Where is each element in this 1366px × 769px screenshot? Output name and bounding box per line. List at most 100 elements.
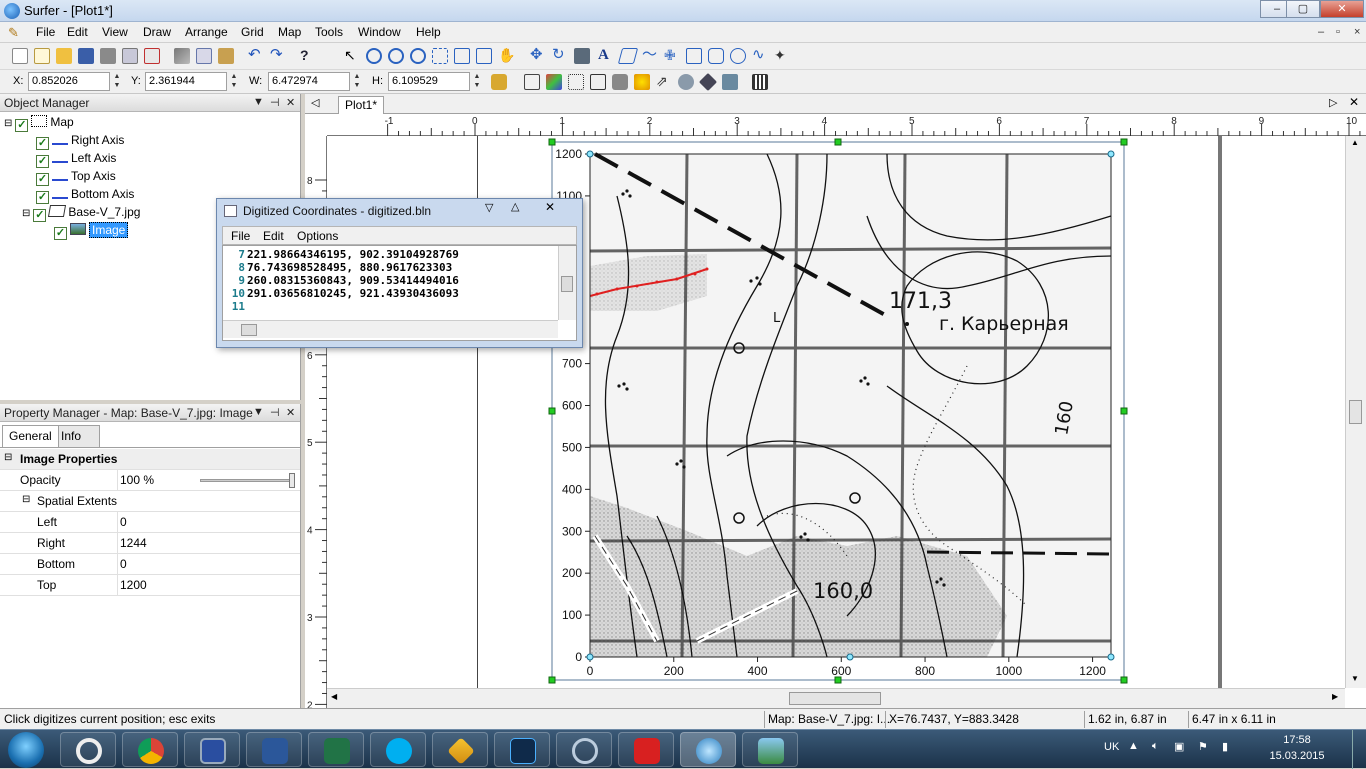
visibility-checkbox[interactable]: ✓ xyxy=(54,227,67,240)
wireframe-icon[interactable] xyxy=(698,72,718,92)
mdi-minimize-button[interactable]: – xyxy=(1318,26,1324,38)
start-orb-icon[interactable] xyxy=(8,732,44,768)
text-tool-icon[interactable]: A xyxy=(598,48,614,64)
taskbar-red-app[interactable] xyxy=(618,732,674,767)
zoom-page-icon[interactable] xyxy=(454,48,470,64)
scale-bar-icon[interactable] xyxy=(752,74,768,90)
section-image-properties[interactable]: ⊟ Image Properties xyxy=(0,449,300,470)
trackball-icon[interactable]: ✥ xyxy=(530,47,546,64)
menu-arrange[interactable]: Arrange xyxy=(185,25,228,39)
visibility-checkbox[interactable]: ✓ xyxy=(36,173,49,186)
opacity-slider-track[interactable] xyxy=(200,479,295,482)
surface-icon[interactable] xyxy=(678,74,694,90)
action-center-icon[interactable]: ⚑ xyxy=(1198,740,1208,753)
digitizer-hscroll-thumb[interactable] xyxy=(241,324,257,336)
maximize-button[interactable]: ▢ xyxy=(1286,0,1320,18)
pan-hand-icon[interactable]: ✋ xyxy=(498,48,515,64)
collapse-icon[interactable]: ⊟ xyxy=(4,118,12,129)
language-indicator[interactable]: UK xyxy=(1104,741,1119,753)
print-icon[interactable] xyxy=(100,48,116,64)
menu-help[interactable]: Help xyxy=(416,25,441,39)
y-spinner[interactable]: ▲ ▼ xyxy=(228,72,240,91)
ellipse-tool-icon[interactable] xyxy=(730,48,746,64)
redo-icon[interactable]: ↷ xyxy=(270,47,286,64)
menu-file[interactable]: File xyxy=(36,25,55,39)
zoom-fit-icon[interactable] xyxy=(432,48,448,64)
tab-info[interactable]: Info xyxy=(54,425,100,447)
zoom-selected-icon[interactable] xyxy=(476,48,492,64)
new-icon[interactable] xyxy=(12,48,28,64)
scroll-left-icon[interactable]: ◀ xyxy=(331,692,337,701)
select-arrow-icon[interactable]: ↖ xyxy=(344,48,360,64)
visibility-checkbox[interactable]: ✓ xyxy=(33,209,47,222)
x-spinner[interactable]: ▲ ▼ xyxy=(111,72,123,91)
taskbar-photoshop[interactable] xyxy=(494,732,550,767)
copy-icon[interactable] xyxy=(196,48,212,64)
prop-left-value[interactable]: 0 xyxy=(120,515,127,529)
taskbar-search-tool[interactable] xyxy=(556,732,612,767)
show-desktop-button[interactable] xyxy=(1352,730,1366,769)
vector-map-icon[interactable]: ⇗ xyxy=(656,74,672,90)
3d-view-icon[interactable] xyxy=(574,48,590,64)
height-spinner[interactable]: ▲ ▼ xyxy=(471,72,483,91)
new-map-icon[interactable] xyxy=(524,74,540,90)
menu-grid[interactable]: Grid xyxy=(241,25,264,39)
clock-date[interactable]: 15.03.2015 xyxy=(1260,750,1334,762)
symbol-tool-icon[interactable]: ✙ xyxy=(664,48,680,64)
tray-expand-icon[interactable]: ▲ xyxy=(1128,740,1139,752)
width-input[interactable]: 6.472974 xyxy=(268,72,350,91)
reshape-tool-icon[interactable]: ✦ xyxy=(774,48,790,64)
panel-pin-icon[interactable]: ⊣ xyxy=(270,96,280,109)
zoom-out-icon[interactable] xyxy=(388,48,404,64)
digitizer-menu-edit[interactable]: Edit xyxy=(263,229,284,243)
scroll-right-icon[interactable]: ▶ xyxy=(1332,692,1338,701)
x-position-input[interactable]: 0.852026 xyxy=(28,72,110,91)
import-icon[interactable] xyxy=(122,48,138,64)
tree-item-left-axis[interactable]: ✓ Left Axis xyxy=(36,151,116,168)
power-icon[interactable]: ▮ xyxy=(1222,740,1228,753)
close-button[interactable]: ✕ xyxy=(1320,0,1364,18)
mdi-restore-button[interactable]: ▫ xyxy=(1336,26,1340,38)
taskbar-word[interactable] xyxy=(246,732,302,767)
prop-top-value[interactable]: 1200 xyxy=(120,578,147,592)
rotate-icon[interactable]: ↻ xyxy=(552,47,568,64)
menu-edit[interactable]: Edit xyxy=(67,25,88,39)
prop-bottom-value[interactable]: 0 xyxy=(120,557,127,571)
save-icon[interactable] xyxy=(78,48,94,64)
clock-time[interactable]: 17:58 xyxy=(1266,734,1328,746)
taskbar-excel[interactable] xyxy=(308,732,364,767)
taskbar-surfer[interactable] xyxy=(680,732,736,767)
visibility-checkbox[interactable]: ✓ xyxy=(36,191,49,204)
section-spatial-extents[interactable]: ⊟ Spatial Extents xyxy=(0,491,300,512)
classed-post-icon[interactable] xyxy=(590,74,606,90)
menu-view[interactable]: View xyxy=(102,25,128,39)
taskbar-opera[interactable] xyxy=(60,732,116,767)
visibility-checkbox[interactable]: ✓ xyxy=(15,119,29,132)
volume-icon[interactable]: 🔈︎ xyxy=(1152,740,1159,753)
paste-icon[interactable] xyxy=(218,48,234,64)
taskbar-chrome[interactable] xyxy=(122,732,178,767)
rounded-rect-tool-icon[interactable] xyxy=(708,48,724,64)
digitizer-hscroll[interactable] xyxy=(223,320,558,338)
digitizer-maximize-icon[interactable]: △ xyxy=(511,200,519,213)
taskbar-save[interactable] xyxy=(184,732,240,767)
panel-pin-icon[interactable]: ⊣ xyxy=(270,406,280,419)
digitizer-close-icon[interactable]: ✕ xyxy=(545,200,555,214)
shaded-relief-icon[interactable] xyxy=(634,74,650,90)
image-map-icon[interactable] xyxy=(612,74,628,90)
panel-menu-icon[interactable]: ▼ xyxy=(253,96,264,108)
tab-scroll-left-icon[interactable]: ◁ xyxy=(311,96,319,109)
prop-right-value[interactable]: 1244 xyxy=(120,536,147,550)
tab-scroll-right-icon[interactable]: ▷ xyxy=(1329,96,1337,109)
post-map-icon[interactable] xyxy=(568,74,584,90)
taskbar-image-viewer[interactable] xyxy=(742,732,798,767)
taskbar-archiver[interactable] xyxy=(432,732,488,767)
menu-tools[interactable]: Tools xyxy=(315,25,343,39)
height-input[interactable]: 6.109529 xyxy=(388,72,470,91)
menu-map[interactable]: Map xyxy=(278,25,301,39)
undo-icon[interactable]: ↶ xyxy=(248,47,264,64)
visibility-checkbox[interactable]: ✓ xyxy=(36,137,49,150)
network-icon[interactable]: ▣ xyxy=(1174,740,1184,753)
spline-tool-icon[interactable]: ∿ xyxy=(752,47,768,64)
opacity-value[interactable]: 100 % xyxy=(120,473,154,487)
